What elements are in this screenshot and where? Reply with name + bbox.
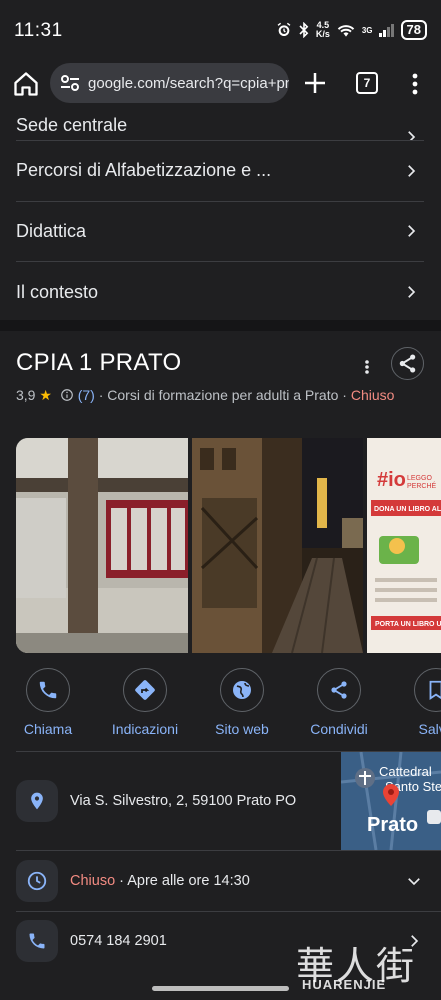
separator-dot: ·: [98, 387, 104, 403]
alarm-icon: [277, 22, 291, 36]
location-pin-icon: [31, 792, 43, 810]
globe-icon: [233, 681, 251, 699]
svg-text:PERCHÉ: PERCHÉ: [407, 481, 437, 490]
address-bar[interactable]: google.com/search?q=cpia+pra: [50, 63, 289, 103]
chevron-right-icon: [408, 131, 416, 140]
share-action-button[interactable]: Condividi: [289, 668, 389, 737]
svg-text:LEGGO: LEGGO: [407, 475, 432, 482]
address-text: Via S. Silvestro, 2, 59100 Prato PO: [70, 793, 297, 809]
list-item[interactable]: Percorsi di Alfabetizzazione e ...: [16, 141, 424, 202]
call-button[interactable]: Chiama: [0, 668, 98, 737]
action-label: Sito web: [215, 721, 269, 737]
signal-label: 3G: [361, 25, 373, 35]
url-text: google.com/search?q=cpia+pra: [88, 74, 289, 92]
call-button-circle: [26, 668, 70, 712]
list-item-label: Sede centrale: [16, 115, 128, 135]
list-item[interactable]: Il contesto: [16, 262, 424, 323]
phone-icon-box: [16, 920, 58, 962]
save-button[interactable]: Salva: [386, 668, 441, 737]
rating-value: 3,9: [16, 387, 36, 403]
list-item[interactable]: Didattica: [16, 202, 424, 262]
map-thumbnail[interactable]: Cattedral Santo Ste Prato: [341, 752, 441, 850]
place-title: CPIA 1 PRATO: [16, 349, 182, 376]
photo-carousel[interactable]: #io LEGGO PERCHÉ DONA UN LIBRO ALLE DI P…: [16, 438, 441, 653]
chevron-right-icon: [408, 225, 416, 238]
hours-text: Chiuso · Apre alle ore 14:30: [70, 873, 250, 889]
new-tab-icon[interactable]: [300, 68, 330, 98]
svg-text:DONA UN LIBRO ALLE DI: DONA UN LIBRO ALLE DI: [374, 506, 441, 513]
hours-detail: · Apre alle ore 14:30: [115, 873, 250, 889]
chevron-right-icon: [408, 286, 416, 299]
clock-icon: [27, 871, 47, 891]
place-photo[interactable]: [192, 438, 363, 653]
share-icon: [399, 354, 416, 373]
directions-icon: [135, 680, 155, 700]
share-button[interactable]: [391, 347, 424, 380]
share-button-circle: [317, 668, 361, 712]
share-icon: [331, 681, 347, 699]
hours-status: Chiuso: [70, 873, 116, 889]
more-options-icon[interactable]: [405, 70, 425, 98]
browser-toolbar: google.com/search?q=cpia+pra 7: [0, 62, 441, 106]
svg-text:Cattedral: Cattedral: [379, 764, 432, 779]
tab-switcher-button[interactable]: 7: [356, 72, 378, 94]
status-bar: 11:31 4.5 K/s 3G 78: [0, 0, 441, 62]
sitelinks-list: Sede centrale Percorsi di Alfabetizzazio…: [0, 106, 441, 323]
website-button[interactable]: Sito web: [192, 668, 292, 737]
directions-button[interactable]: Indicazioni: [95, 668, 195, 737]
site-settings-icon[interactable]: [58, 71, 82, 95]
action-label: Chiama: [23, 721, 73, 737]
website-button-circle: [220, 668, 264, 712]
action-label: Indicazioni: [111, 721, 179, 737]
map-city-label: Prato: [367, 814, 419, 836]
battery-indicator: 78: [400, 20, 427, 40]
list-item-label: Percorsi di Alfabetizzazione e ...: [16, 160, 272, 181]
phone-number: 0574 184 2901: [70, 933, 167, 949]
network-speed: 4.5 K/s: [316, 21, 330, 39]
bookmark-icon: [429, 680, 441, 700]
location-icon-box: [16, 780, 58, 822]
list-item-label: Il contesto: [16, 281, 99, 302]
status-icons: 4.5 K/s 3G 78: [276, 20, 427, 40]
status-time: 11:31: [14, 20, 63, 41]
directions-button-circle: [123, 668, 167, 712]
info-icon[interactable]: [60, 388, 74, 402]
place-photo[interactable]: [16, 438, 188, 653]
svg-text:#io: #io: [377, 469, 406, 491]
action-buttons: Chiama Indicazioni Sito web Condividi Sa…: [0, 668, 441, 738]
more-vert-icon[interactable]: [360, 355, 374, 379]
list-item-label: Didattica: [16, 220, 87, 241]
action-label: Condividi: [310, 721, 368, 737]
separator-dot: ·: [342, 387, 347, 403]
svg-text:PORTA UN LIBRO US: PORTA UN LIBRO US: [375, 621, 441, 628]
place-summary: 3,9 ★ (7) · Corsi di formazione per adul…: [16, 385, 426, 406]
home-icon[interactable]: [12, 70, 40, 98]
gesture-navigation-bar[interactable]: [152, 986, 289, 991]
save-button-circle: [414, 668, 441, 712]
chevron-right-icon: [408, 164, 416, 177]
bluetooth-icon: [299, 22, 309, 38]
section-divider: [0, 320, 441, 331]
wifi-icon: [337, 25, 355, 37]
phone-icon: [39, 681, 57, 699]
hours-row[interactable]: Chiuso · Apre alle ore 14:30: [0, 851, 441, 911]
review-count-link[interactable]: (7): [78, 387, 95, 403]
star-icon: ★: [39, 387, 52, 403]
open-status: Chiuso: [350, 387, 395, 403]
chevron-down-icon[interactable]: [405, 872, 423, 890]
phone-icon: [29, 933, 45, 949]
action-label: Salva: [418, 721, 441, 737]
watermark-logo: 華人街 HUARENJIE: [296, 935, 441, 995]
clock-icon-box: [16, 860, 58, 902]
cell-signal-icon: [378, 24, 394, 37]
place-category: Corsi di formazione per adulti a Prato: [107, 387, 339, 403]
net-speed-unit: K/s: [315, 29, 330, 39]
watermark-en: HUARENJIE: [302, 977, 387, 992]
list-item[interactable]: Sede centrale: [16, 106, 424, 141]
place-photo[interactable]: #io LEGGO PERCHÉ DONA UN LIBRO ALLE DI P…: [367, 438, 441, 653]
